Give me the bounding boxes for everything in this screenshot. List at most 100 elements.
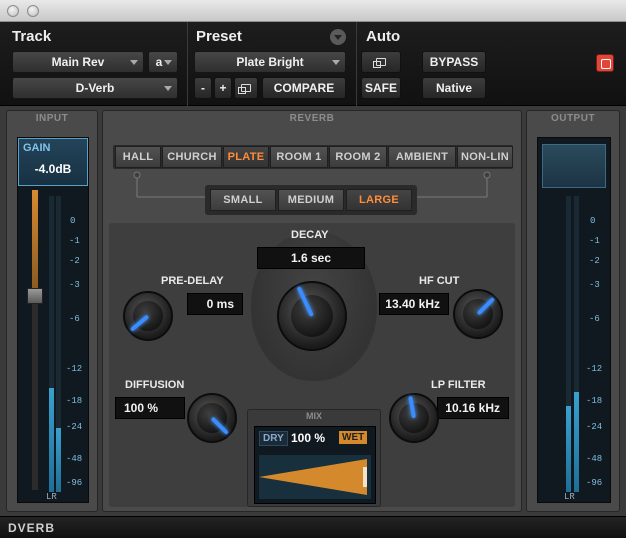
signal-path-icon[interactable] xyxy=(596,54,614,72)
gain-fader-fill xyxy=(32,190,38,290)
reverb-title: REVERB xyxy=(289,113,335,124)
auto-label: Auto xyxy=(366,28,401,45)
decay-label: DECAY xyxy=(291,229,329,241)
hfcut-knob[interactable] xyxy=(453,289,503,339)
input-meter-well: GAIN -4.0dB 0 -1 -2 -3 -6 -12 -18 -24 -4… xyxy=(17,137,89,503)
diffusion-value[interactable]: 100 % xyxy=(115,397,185,419)
track-channel-select[interactable]: a xyxy=(148,51,178,73)
lpfilter-value[interactable]: 10.16 kHz xyxy=(437,397,509,419)
algorithm-button-ambient[interactable]: AMBIENT xyxy=(388,146,456,168)
algorithm-button-non-lin[interactable]: NON-LIN xyxy=(457,146,513,168)
input-tick: -96 xyxy=(66,478,83,488)
input-tick: -3 xyxy=(69,280,80,290)
output-tick: -12 xyxy=(586,364,603,374)
size-button-small[interactable]: SMALL xyxy=(210,189,276,211)
size-button-large[interactable]: LARGE xyxy=(346,189,412,211)
close-window-button[interactable] xyxy=(7,5,19,17)
output-tick: -6 xyxy=(589,314,600,324)
output-tick: -1 xyxy=(589,236,600,246)
output-title: OUTPUT xyxy=(550,113,596,124)
diffusion-label: DIFFUSION xyxy=(125,379,185,391)
output-meter-level-right xyxy=(574,392,579,492)
plugin-header: Track Preset Auto Main Rev a D-Verb Plat… xyxy=(0,22,626,106)
mix-wet-label[interactable]: WET xyxy=(339,431,368,444)
gain-label: GAIN xyxy=(23,142,51,154)
lpfilter-knob[interactable] xyxy=(389,393,439,443)
mix-ramp xyxy=(259,455,371,499)
input-tick: -2 xyxy=(69,256,80,266)
predelay-value[interactable]: 0 ms xyxy=(187,293,243,315)
track-select-value: Main Rev xyxy=(51,55,105,69)
lpfilter-label: LP FILTER xyxy=(431,379,486,391)
input-tick: -48 xyxy=(66,454,83,464)
algorithm-button-plate[interactable]: PLATE xyxy=(223,146,269,168)
preset-menu-icon[interactable] xyxy=(330,29,346,45)
input-panel: INPUT GAIN -4.0dB 0 -1 -2 -3 -6 -12 -18 … xyxy=(6,110,98,512)
previous-preset-button[interactable]: - xyxy=(194,77,212,99)
algorithm-selector: HALL CHURCH PLATE ROOM 1 ROOM 2 AMBIENT NON-LI… xyxy=(113,145,513,169)
plugin-footer-label: DVERB xyxy=(8,521,56,535)
output-tick: -48 xyxy=(586,454,603,464)
mix-dry-label[interactable]: DRY xyxy=(259,431,288,446)
gain-fader-handle[interactable] xyxy=(27,288,43,304)
output-tick: -96 xyxy=(586,478,603,488)
gain-value[interactable]: -4.0dB xyxy=(23,159,83,179)
plugin-select[interactable]: D-Verb xyxy=(12,77,178,99)
preset-select[interactable]: Plate Bright xyxy=(194,51,346,73)
input-lr-label: LR xyxy=(46,492,57,502)
algorithm-button-room-2[interactable]: ROOM 2 xyxy=(329,146,387,168)
output-tick: -24 xyxy=(586,422,603,432)
mix-display: DRY 100 % WET xyxy=(254,426,376,504)
copy-settings-button[interactable] xyxy=(234,77,258,99)
output-meter-level-left xyxy=(566,406,571,492)
input-tick: -24 xyxy=(66,422,83,432)
predelay-label: PRE-DELAY xyxy=(161,275,224,287)
next-preset-button[interactable]: + xyxy=(214,77,232,99)
native-button[interactable]: Native xyxy=(422,77,486,99)
input-tick: -1 xyxy=(69,236,80,246)
copy-window-icon xyxy=(238,84,251,94)
zoom-window-button[interactable] xyxy=(27,5,39,17)
hfcut-value[interactable]: 13.40 kHz xyxy=(379,293,449,315)
bypass-button[interactable]: BYPASS xyxy=(422,51,486,73)
gain-box: GAIN -4.0dB xyxy=(18,138,88,186)
hfcut-label: HF CUT xyxy=(419,275,460,287)
automation-window-icon xyxy=(373,58,386,68)
output-panel: OUTPUT 0 -1 -2 -3 -6 -12 -18 -24 -48 -96… xyxy=(526,110,620,512)
algorithm-button-room-1[interactable]: ROOM 1 xyxy=(270,146,328,168)
decay-knob[interactable] xyxy=(277,281,347,351)
output-lr-label: LR xyxy=(564,492,575,502)
output-tick: 0 xyxy=(590,216,596,226)
output-tick: -18 xyxy=(586,396,603,406)
gain-fader-track xyxy=(32,190,38,490)
plugin-select-value: D-Verb xyxy=(75,81,115,95)
output-meter-well: 0 -1 -2 -3 -6 -12 -18 -24 -48 -96 LR xyxy=(537,137,611,503)
input-meter-level-left xyxy=(49,388,54,492)
diffusion-knob[interactable] xyxy=(187,393,237,443)
predelay-knob[interactable] xyxy=(123,291,173,341)
automation-window-button[interactable] xyxy=(361,51,401,73)
mix-section: MIX DRY 100 % WET xyxy=(247,409,381,507)
track-channel-value: a xyxy=(155,55,163,69)
output-clip-display xyxy=(542,144,606,188)
input-title: INPUT xyxy=(35,113,69,124)
input-tick: -18 xyxy=(66,396,83,406)
output-tick: -2 xyxy=(589,256,600,266)
plugin-footer: DVERB xyxy=(0,516,626,538)
input-meter-level-right xyxy=(56,428,61,492)
compare-button[interactable]: COMPARE xyxy=(262,77,346,99)
mix-value[interactable]: 100 % xyxy=(291,431,325,445)
size-button-medium[interactable]: MEDIUM xyxy=(278,189,344,211)
input-tick: 0 xyxy=(70,216,76,226)
safe-button[interactable]: SAFE xyxy=(361,77,401,99)
size-selector: SMALL MEDIUM LARGE xyxy=(205,185,417,215)
window-titlebar xyxy=(0,0,626,22)
decay-value[interactable]: 1.6 sec xyxy=(257,247,365,269)
algorithm-button-hall[interactable]: HALL xyxy=(115,146,161,168)
plugin-body: INPUT GAIN -4.0dB 0 -1 -2 -3 -6 -12 -18 … xyxy=(0,106,626,516)
mix-slider-handle[interactable] xyxy=(363,467,367,487)
mix-title: MIX xyxy=(305,411,322,421)
algorithm-button-church[interactable]: CHURCH xyxy=(162,146,222,168)
track-select[interactable]: Main Rev xyxy=(12,51,144,73)
input-tick: -6 xyxy=(69,314,80,324)
